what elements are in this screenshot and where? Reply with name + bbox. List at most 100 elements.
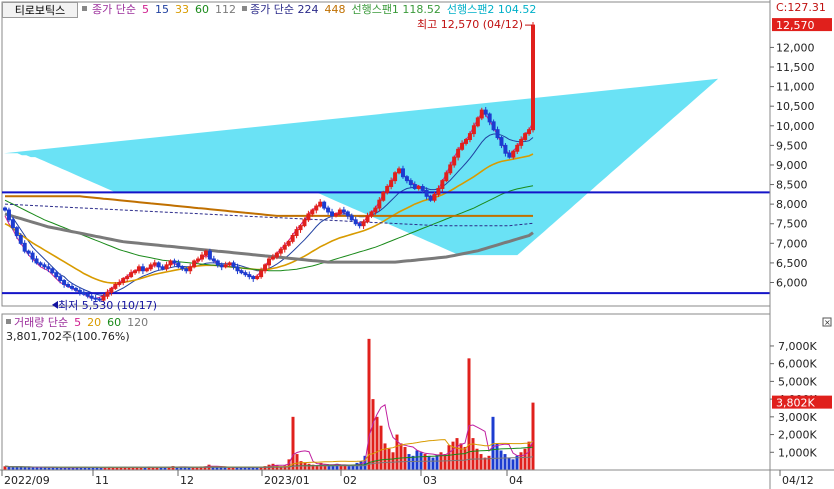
candle-body bbox=[117, 281, 122, 285]
volume-bar bbox=[427, 455, 431, 470]
volume-bar bbox=[443, 454, 447, 470]
candle-body bbox=[160, 266, 165, 270]
candle-body bbox=[125, 276, 130, 280]
candle-body bbox=[164, 264, 169, 270]
candle-body bbox=[34, 258, 39, 264]
candle-body bbox=[247, 274, 252, 278]
volume-bar bbox=[435, 454, 439, 470]
candle-body bbox=[436, 187, 441, 195]
stock-title-tab[interactable]: 티로보틱스 bbox=[2, 2, 78, 18]
volume-bar bbox=[399, 443, 403, 470]
candle-body bbox=[129, 272, 134, 278]
price-legend-entry: 448 bbox=[324, 3, 345, 16]
candle-body bbox=[26, 250, 31, 254]
date-tick-label: 11 bbox=[95, 474, 109, 487]
candle-body bbox=[223, 264, 228, 268]
candle-body bbox=[326, 207, 331, 213]
candle-body bbox=[188, 266, 193, 272]
price-tick-label: 6,000 bbox=[776, 276, 808, 289]
candle-body bbox=[73, 287, 78, 291]
volume-bar bbox=[375, 416, 379, 470]
volume-legend-entry: 60 bbox=[107, 316, 121, 329]
volume-legend-entry: 120 bbox=[127, 316, 148, 329]
candle-body bbox=[353, 219, 358, 225]
volume-bar bbox=[383, 443, 387, 470]
candle-body bbox=[144, 268, 149, 272]
candle-body bbox=[85, 293, 90, 297]
candle-body bbox=[263, 264, 268, 272]
price-tick-label: 7,000 bbox=[776, 237, 808, 250]
volume-bar bbox=[367, 338, 371, 470]
candle-body bbox=[424, 189, 429, 197]
volume-bar bbox=[495, 443, 499, 470]
candle-body bbox=[227, 262, 232, 266]
volume-bar bbox=[459, 443, 463, 470]
volume-bar bbox=[523, 448, 527, 470]
corner-readout: C:127.31 bbox=[776, 1, 826, 14]
candle-body bbox=[452, 156, 457, 166]
candle-body bbox=[235, 266, 240, 272]
candle-body bbox=[22, 242, 27, 252]
candle-body bbox=[168, 260, 173, 266]
candle-body bbox=[314, 205, 319, 211]
candle-body bbox=[408, 180, 413, 186]
candle-body bbox=[66, 283, 71, 287]
volume-bar bbox=[479, 454, 483, 470]
price-legend-entry: 33 bbox=[175, 3, 189, 16]
candle-body bbox=[140, 266, 145, 272]
candle-body bbox=[3, 207, 7, 211]
volume-bar bbox=[347, 466, 351, 470]
candle-body bbox=[274, 252, 279, 258]
legend-marker bbox=[241, 6, 247, 11]
current-volume-badge-label: 3,802K bbox=[776, 397, 815, 410]
volume-bar bbox=[411, 455, 415, 470]
candle-body bbox=[62, 280, 67, 285]
candle-body bbox=[302, 219, 307, 227]
candle-body bbox=[58, 276, 63, 282]
candle-body bbox=[373, 207, 378, 213]
candle-body bbox=[255, 276, 260, 280]
candle-body bbox=[471, 125, 476, 135]
candle-body bbox=[286, 240, 291, 246]
volume-tick-label: 5,000K bbox=[778, 375, 817, 388]
date-tick-label: 03 bbox=[423, 474, 437, 487]
candle-body bbox=[393, 172, 398, 182]
candle-body bbox=[207, 250, 212, 260]
volume-legend-entry: 5 bbox=[74, 316, 81, 329]
candle-body bbox=[503, 144, 508, 154]
candle-body bbox=[333, 213, 338, 217]
candle-body bbox=[511, 150, 516, 158]
date-tick-label: 2022/09 bbox=[4, 474, 50, 487]
candle-body bbox=[211, 258, 216, 262]
candle-body bbox=[148, 264, 153, 270]
candle-body bbox=[495, 129, 500, 139]
price-tick-label: 8,500 bbox=[776, 179, 808, 192]
candle-body bbox=[318, 201, 323, 207]
candle-body bbox=[259, 270, 264, 278]
price-tick-label: 6,500 bbox=[776, 257, 808, 270]
candle-body bbox=[121, 278, 126, 283]
price-tick-label: 9,000 bbox=[776, 159, 808, 172]
candle-body bbox=[428, 195, 433, 201]
candle-body bbox=[152, 262, 157, 266]
current-price-badge-label: 12,570 bbox=[776, 19, 815, 32]
stock-chart: 최고 12,570 (04/12) 최저 5,530 (10/17) 12,000… bbox=[0, 0, 834, 489]
volume-bar bbox=[467, 358, 471, 470]
candle-body bbox=[416, 186, 421, 189]
legend-marker bbox=[6, 319, 11, 324]
candle-body bbox=[349, 215, 354, 221]
candle-body bbox=[270, 256, 275, 260]
candle-body bbox=[267, 258, 271, 266]
candle-body bbox=[400, 168, 405, 178]
candle-body bbox=[467, 133, 472, 140]
candle-body bbox=[136, 266, 141, 272]
price-legend-entry: 60 bbox=[195, 3, 209, 16]
price-legend-entry: 15 bbox=[155, 3, 169, 16]
candle-body bbox=[81, 291, 86, 295]
candle-body bbox=[385, 186, 390, 193]
candle-body bbox=[77, 289, 82, 293]
volume-bar bbox=[503, 454, 507, 470]
candle-body bbox=[133, 270, 138, 274]
candle-body bbox=[30, 252, 35, 260]
candle-body bbox=[46, 266, 51, 270]
